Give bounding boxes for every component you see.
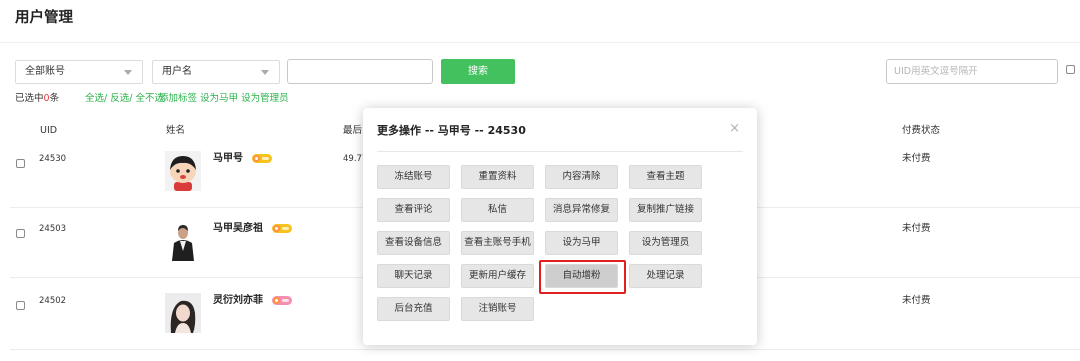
freeze-account-button[interactable]: 冻结账号	[377, 165, 450, 189]
chevron-down-icon	[124, 70, 132, 75]
row-name[interactable]: 马甲号	[213, 152, 272, 165]
selected-count-text: 已选中0条	[15, 92, 59, 105]
search-field-select-value: 用户名	[162, 66, 192, 77]
column-header-uid: UID	[40, 125, 58, 136]
modal-divider	[377, 151, 743, 152]
fix-message-error-button[interactable]: 消息异常修复	[545, 198, 618, 222]
row-uid: 24502	[39, 296, 67, 306]
highlight-annotation-box	[539, 260, 626, 294]
select-options: 全选/ 反选/ 全不选	[85, 92, 164, 105]
search-field-select[interactable]: 用户名	[152, 60, 280, 84]
chevron-down-icon	[261, 70, 269, 75]
row-name[interactable]: 灵衍刘亦菲	[213, 294, 292, 307]
user-management-page: 用户管理 全部账号 用户名 搜索 已选中0条 全选/ 反选/ 全不选 添加标签 …	[0, 0, 1080, 361]
view-device-info-button[interactable]: 查看设备信息	[377, 231, 450, 255]
view-main-account-phone-button[interactable]: 查看主账号手机	[461, 231, 534, 255]
column-header-pay-status: 付费状态	[902, 125, 941, 136]
column-header-last: 最后	[343, 125, 363, 136]
set-admin-button[interactable]: 设为管理员	[629, 231, 702, 255]
row-pay-status: 未付费	[902, 295, 931, 306]
search-button[interactable]: 搜索	[441, 59, 515, 84]
deactivate-account-button[interactable]: 注销账号	[461, 297, 534, 321]
row-divider	[10, 349, 1080, 350]
set-vest-link[interactable]: 设为马甲	[200, 93, 238, 104]
row-checkbox[interactable]	[16, 159, 25, 168]
selected-suffix: 条	[49, 93, 60, 104]
select-all-link[interactable]: 全选	[85, 93, 104, 104]
page-title: 用户管理	[15, 10, 73, 26]
view-comments-button[interactable]: 查看评论	[377, 198, 450, 222]
selected-prefix: 已选中	[15, 93, 44, 104]
level-badge-icon	[272, 224, 292, 233]
view-topics-button[interactable]: 查看主题	[629, 165, 702, 189]
level-badge-icon	[272, 296, 292, 305]
backend-recharge-button[interactable]: 后台充值	[377, 297, 450, 321]
set-vest-button[interactable]: 设为马甲	[545, 231, 618, 255]
row-name-text: 马甲号	[213, 153, 243, 164]
row-name-text: 马甲吴彦祖	[213, 223, 263, 234]
column-header-name: 姓名	[166, 125, 186, 136]
processing-records-button[interactable]: 处理记录	[629, 264, 702, 288]
row-uid: 24503	[39, 224, 67, 234]
private-message-button[interactable]: 私信	[461, 198, 534, 222]
action-grid: 冻结账号 重置资料 内容清除 查看主题 查看评论 私信 消息异常修复 复制推广链…	[377, 165, 702, 321]
modal-title: 更多操作 -- 马甲号 -- 24530	[377, 124, 526, 137]
account-type-select-value: 全部账号	[25, 66, 65, 77]
row-pay-status: 未付费	[902, 223, 931, 234]
row-uid: 24530	[39, 154, 67, 164]
woman-portrait-avatar[interactable]	[165, 293, 201, 333]
man-in-suit-avatar[interactable]	[165, 221, 201, 261]
set-admin-link[interactable]: 设为管理员	[241, 93, 289, 104]
level-badge-icon	[252, 154, 272, 163]
close-icon[interactable]: ×	[729, 121, 740, 137]
row-checkbox[interactable]	[16, 229, 25, 238]
clear-content-button[interactable]: 内容清除	[545, 165, 618, 189]
more-actions-modal: 更多操作 -- 马甲号 -- 24530 × 冻结账号 重置资料 内容清除 查看…	[363, 108, 757, 345]
keyword-input[interactable]	[287, 59, 433, 84]
row-name[interactable]: 马甲吴彦祖	[213, 222, 292, 235]
row-name-text: 灵衍刘亦菲	[213, 295, 263, 306]
uid-filter-checkbox[interactable]	[1066, 65, 1075, 74]
chat-history-button[interactable]: 聊天记录	[377, 264, 450, 288]
invert-selection-link[interactable]: 反选	[110, 93, 129, 104]
reset-profile-button[interactable]: 重置资料	[461, 165, 534, 189]
copy-referral-link-button[interactable]: 复制推广链接	[629, 198, 702, 222]
title-divider	[0, 42, 1080, 43]
bulk-actions: 添加标签 设为马甲 设为管理员	[159, 92, 289, 105]
refresh-user-cache-button[interactable]: 更新用户缓存	[461, 264, 534, 288]
row-checkbox[interactable]	[16, 301, 25, 310]
cartoon-boy-avatar[interactable]	[165, 151, 201, 191]
account-type-select[interactable]: 全部账号	[15, 60, 143, 84]
row-pay-status: 未付费	[902, 153, 931, 164]
add-tag-link[interactable]: 添加标签	[159, 93, 197, 104]
uid-list-input[interactable]	[886, 59, 1058, 84]
